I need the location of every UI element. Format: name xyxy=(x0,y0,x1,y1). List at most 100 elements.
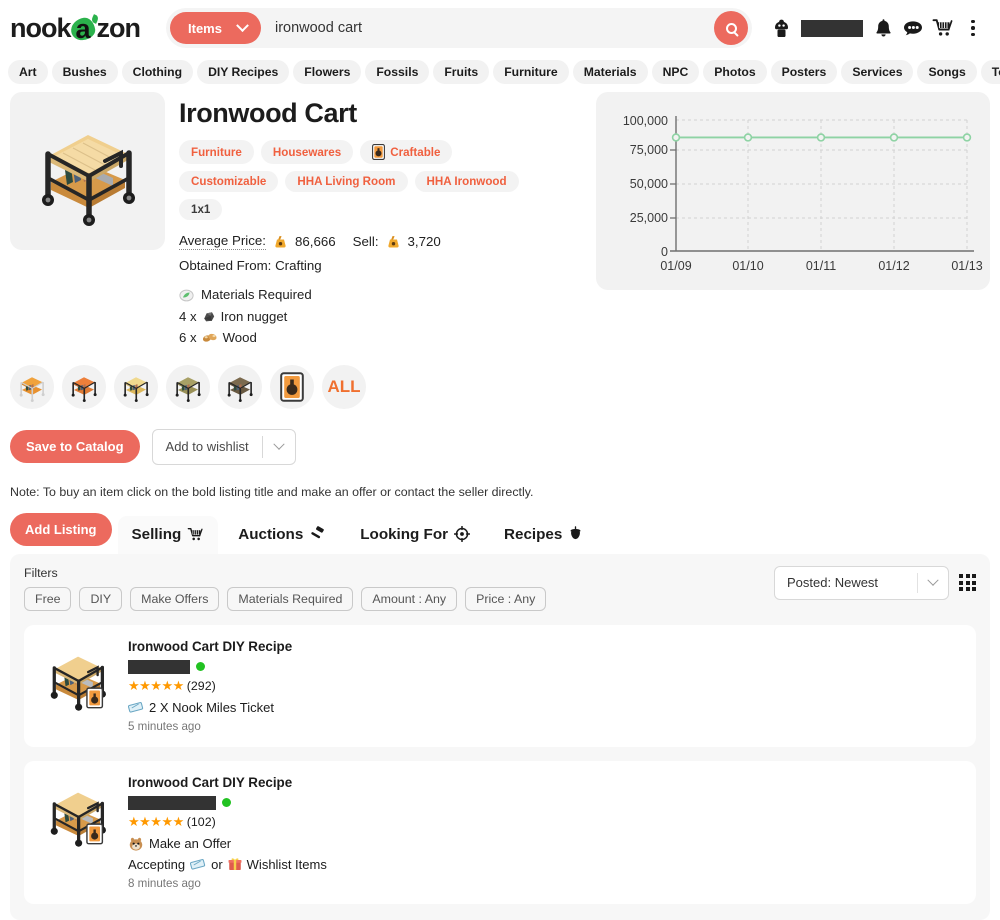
tom-nook-icon xyxy=(129,837,143,851)
add-to-wishlist-button[interactable]: Add to wishlist xyxy=(151,428,296,465)
category-diy-recipes[interactable]: DIY Recipes xyxy=(197,60,290,84)
tag-label: Furniture xyxy=(191,145,242,159)
category-art[interactable]: Art xyxy=(8,60,48,84)
acorn-icon xyxy=(570,526,581,540)
tag-size[interactable]: 1x1 xyxy=(179,199,223,220)
bell-icon[interactable] xyxy=(868,11,898,45)
grid-view-icon[interactable] xyxy=(959,574,976,592)
listing-title[interactable]: Ironwood Cart DIY Recipe xyxy=(128,775,960,790)
tag-hha-living-room[interactable]: HHA Living Room xyxy=(285,171,408,192)
tab-auctions[interactable]: Auctions xyxy=(224,516,340,554)
svg-text:50,000: 50,000 xyxy=(630,177,668,191)
material-name[interactable]: Wood xyxy=(223,327,257,349)
listing-rating: ★★★★★ (102) xyxy=(128,814,960,830)
filters-label: Filters xyxy=(24,565,58,580)
filter-free[interactable]: Free xyxy=(24,586,72,611)
cart-icon xyxy=(187,527,203,540)
listing-row[interactable]: Ironwood Cart DIY Recipe ★★★★★ (292) 2 X… xyxy=(24,624,976,747)
variant-yellow-cart[interactable] xyxy=(114,364,158,409)
chart-point[interactable] xyxy=(743,133,753,142)
tag-furniture[interactable]: Furniture xyxy=(179,140,254,164)
listing-thumbnail xyxy=(40,639,122,733)
filter-price[interactable]: Price : Any xyxy=(465,586,547,611)
category-songs[interactable]: Songs xyxy=(917,60,977,84)
add-listing-button[interactable]: Add Listing xyxy=(10,512,112,546)
sort-dropdown[interactable]: Posted: Newest xyxy=(774,565,949,600)
category-fossils[interactable]: Fossils xyxy=(365,60,430,84)
online-status-dot xyxy=(196,662,205,672)
gift-icon xyxy=(228,858,242,870)
sort-value: Posted: Newest xyxy=(787,575,879,591)
listing-row[interactable]: Ironwood Cart DIY Recipe ★★★★★ (102) Mak… xyxy=(24,760,976,904)
tag-label: Housewares xyxy=(272,145,342,159)
diy-recipe-card-icon xyxy=(372,144,386,160)
filter-materials-required[interactable]: Materials Required xyxy=(227,586,354,611)
material-qty: 6 x xyxy=(179,330,197,346)
ironwood-cart-icon xyxy=(41,135,135,226)
wishlist-dropdown-toggle[interactable] xyxy=(263,438,295,451)
overflow-menu-button[interactable] xyxy=(958,11,988,45)
filter-amount[interactable]: Amount : Any xyxy=(361,586,458,611)
price-row: Average Price: 86,666 Sell: 3,720 xyxy=(179,233,582,250)
category-tools[interactable]: Tools xyxy=(980,60,1000,84)
category-fruits[interactable]: Fruits xyxy=(433,60,490,84)
sell-label: Sell: xyxy=(352,234,379,249)
filter-diy[interactable]: DIY xyxy=(79,586,123,611)
tag-housewares[interactable]: Housewares xyxy=(260,140,354,164)
product-actions: Save to Catalog Add to wishlist xyxy=(0,409,1000,465)
chevron-down-icon xyxy=(272,438,285,450)
category-bushes[interactable]: Bushes xyxy=(51,60,118,84)
tab-looking-for[interactable]: Looking For xyxy=(346,516,484,554)
add-to-wishlist-label: Add to wishlist xyxy=(165,439,249,455)
category-flowers[interactable]: Flowers xyxy=(293,60,362,84)
category-photos[interactable]: Photos xyxy=(703,60,767,84)
listing-rating: ★★★★★ (292) xyxy=(128,678,960,694)
variant-orange-cart[interactable] xyxy=(10,364,54,409)
search-button[interactable] xyxy=(714,11,748,45)
category-services[interactable]: Services xyxy=(841,60,914,84)
tab-selling[interactable]: Selling xyxy=(117,515,219,554)
site-header: nook a zon Items xyxy=(0,0,1000,56)
chart-point[interactable] xyxy=(962,133,972,142)
chart-point[interactable] xyxy=(671,133,681,142)
nookazon-logo[interactable]: nook a zon xyxy=(10,13,141,45)
target-icon xyxy=(454,526,471,543)
save-to-catalog-button[interactable]: Save to Catalog xyxy=(10,430,140,464)
category-npc[interactable]: NPC xyxy=(651,60,700,84)
tag-customizable[interactable]: Customizable xyxy=(179,171,279,192)
listing-seller[interactable] xyxy=(128,659,960,674)
chart-point[interactable] xyxy=(889,133,899,142)
product-image[interactable] xyxy=(10,92,165,250)
chat-icon[interactable] xyxy=(898,11,928,45)
variant-olive-cart[interactable] xyxy=(166,364,210,409)
category-clothing[interactable]: Clothing xyxy=(121,60,194,84)
variant-red-cart[interactable] xyxy=(62,364,106,409)
chart-svg: 100,000 75,000 50,000 25,000 0 01/09 01/… xyxy=(623,114,983,273)
chart-point[interactable] xyxy=(816,133,826,142)
tag-label: HHA Ironwood xyxy=(426,175,507,188)
variant-diy-recipe[interactable] xyxy=(270,364,314,409)
materials-required-block: Materials Required 4 x Iron nugget 6 x W… xyxy=(179,284,582,349)
ironwood-cart-recipe-icon xyxy=(50,792,106,847)
listing-seller[interactable] xyxy=(128,795,960,810)
category-materials[interactable]: Materials xyxy=(572,60,648,84)
villager-icon[interactable] xyxy=(766,11,796,45)
filter-make-offers[interactable]: Make Offers xyxy=(130,586,220,611)
listing-title[interactable]: Ironwood Cart DIY Recipe xyxy=(128,639,960,654)
search-scope-dropdown[interactable]: Items xyxy=(170,12,261,44)
variant-dark-cart[interactable] xyxy=(218,364,262,409)
category-furniture[interactable]: Furniture xyxy=(493,60,569,84)
cart-icon[interactable] xyxy=(928,11,958,45)
category-posters[interactable]: Posters xyxy=(770,60,838,84)
chevron-down-icon xyxy=(917,572,948,593)
search-input[interactable] xyxy=(260,19,748,37)
tag-hha-ironwood[interactable]: HHA Ironwood xyxy=(414,171,519,192)
svg-text:01/13: 01/13 xyxy=(951,259,982,273)
tag-craftable[interactable]: Craftable xyxy=(360,140,453,164)
tab-recipes[interactable]: Recipes xyxy=(490,516,597,554)
material-name[interactable]: Iron nugget xyxy=(221,306,288,328)
listing-timestamp: 5 minutes ago xyxy=(128,719,201,733)
svg-text:01/11: 01/11 xyxy=(806,259,836,273)
average-price-value: 86,666 xyxy=(294,234,336,249)
variant-all-button[interactable]: ALL xyxy=(322,364,366,409)
